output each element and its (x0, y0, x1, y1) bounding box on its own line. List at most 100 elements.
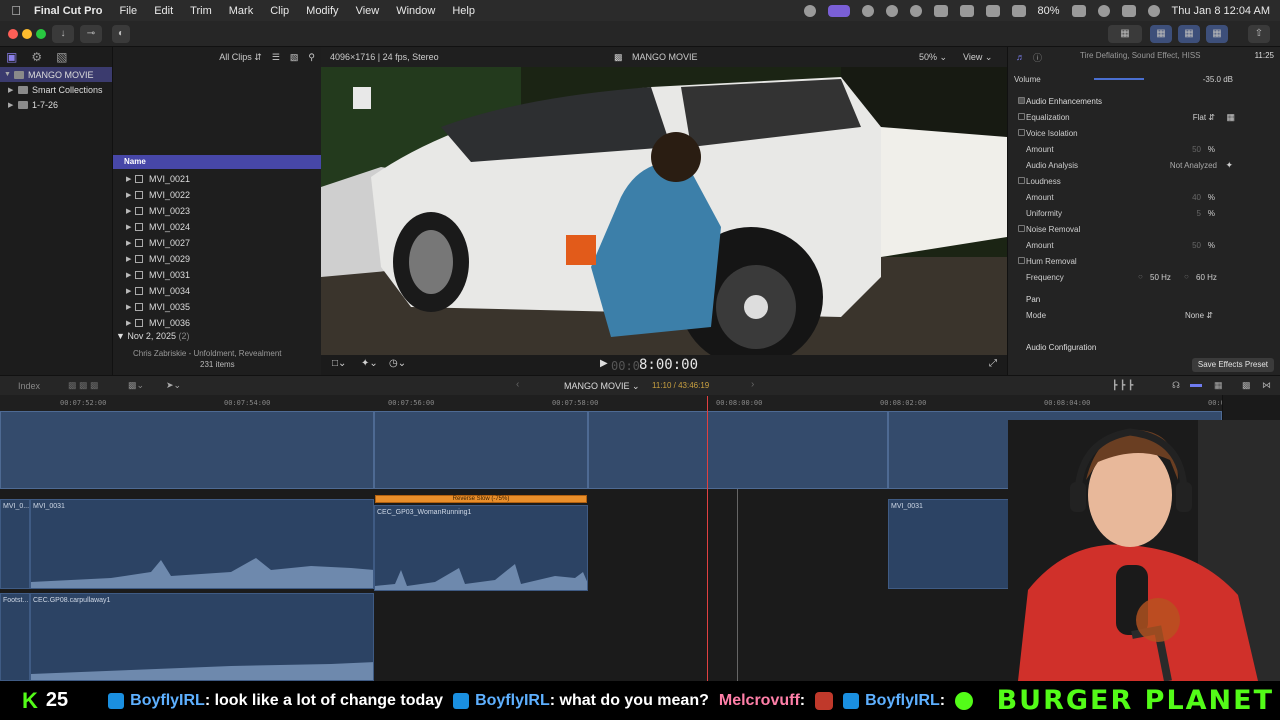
close-window-button[interactable] (8, 29, 18, 39)
timeline-project-dropdown[interactable]: MANGO MOVIE ⌄ (564, 381, 640, 392)
disclosure-triangle-icon[interactable]: ▶ (126, 255, 135, 263)
eq-graph-icon[interactable]: ▦ (1226, 112, 1235, 123)
creative-cloud-icon[interactable] (803, 4, 816, 17)
disclosure-triangle-icon[interactable]: ▶ (8, 86, 16, 94)
timeline-toggle-button[interactable]: ▦ (1178, 25, 1200, 43)
list-view-icon[interactable]: ☰ (272, 52, 280, 63)
view-dropdown[interactable]: View ⌄ (963, 52, 992, 63)
date-group-header[interactable]: ▼ Nov 2, 2025 (2) (116, 331, 189, 341)
disclosure-triangle-icon[interactable]: ▶ (126, 175, 135, 183)
clip-options-icon[interactable]: ▩⌄ (128, 380, 144, 391)
menu-trim[interactable]: Trim (190, 5, 212, 17)
hum-removal-checkbox[interactable] (1018, 257, 1025, 264)
siri-icon[interactable] (1147, 4, 1160, 17)
list-item[interactable]: ▶ MVI_0029 (113, 251, 321, 267)
fullscreen-icon[interactable]: ⤢ (989, 358, 997, 369)
disclosure-triangle-icon[interactable]: ▶ (126, 303, 135, 311)
zoom-dropdown[interactable]: 50% ⌄ (919, 52, 947, 63)
video-clip[interactable] (588, 411, 888, 489)
list-item[interactable]: ▶ MVI_0035 (113, 299, 321, 315)
play-button[interactable]: ▶ (600, 358, 608, 369)
forward-arrow-icon[interactable]: › (751, 379, 754, 390)
edit-mode-icons[interactable]: ▩ ▩ ▩ (68, 380, 99, 391)
menu-edit[interactable]: Edit (154, 5, 173, 17)
keywords-button[interactable]: ⊸ (80, 25, 102, 43)
minimize-window-button[interactable] (22, 29, 32, 39)
partial-list-item[interactable]: Chris Zabriskie - Unfoldment, Revealment (133, 349, 319, 357)
equalization-checkbox[interactable] (1018, 113, 1025, 120)
library-item-event[interactable]: ▶ 1-7-26 (0, 97, 112, 112)
enhance-icon[interactable]: ✦⌄ (361, 358, 378, 369)
disclosure-triangle-icon[interactable]: ▶ (126, 239, 135, 247)
loudness-amount-value[interactable]: 40 (1192, 193, 1201, 202)
timecode-display[interactable]: 8:00:00 (639, 357, 698, 373)
select-tool-icon[interactable]: ➤⌄ (166, 380, 181, 391)
effects-browser-icon[interactable]: ▩ (1242, 380, 1251, 391)
inspector-toggle-button[interactable]: ▦ (1206, 25, 1228, 43)
loudness-checkbox[interactable] (1018, 177, 1025, 184)
photos-tab-icon[interactable]: ⚙ (31, 50, 42, 64)
list-item[interactable]: ▶ MVI_0027 (113, 235, 321, 251)
screen-record-icon[interactable] (885, 4, 898, 17)
menu-window[interactable]: Window (396, 5, 435, 17)
noise-amount-value[interactable]: 50 (1192, 241, 1201, 250)
audio-clip[interactable]: MVI_0... (0, 499, 30, 589)
equalization-dropdown[interactable]: Flat ⇵ (1193, 113, 1215, 122)
speed-icon[interactable]: ◷⌄ (389, 358, 406, 369)
pan-mode-dropdown[interactable]: None ⇵ (1185, 311, 1213, 320)
clip-filter-dropdown[interactable]: All Clips ⇵ (219, 52, 262, 63)
library-item-smart-collections[interactable]: ▶ Smart Collections (0, 82, 112, 97)
audio-enhancements-header[interactable]: Audio Enhancements (1008, 93, 1280, 109)
skimming-icons[interactable]: ┣ ┣ ┣ (1112, 380, 1133, 391)
disclosure-triangle-icon[interactable]: ▶ (126, 287, 135, 295)
video-frame[interactable] (321, 67, 1007, 355)
voice-amount-value[interactable]: 50 (1192, 145, 1201, 154)
clip-appearance-icon[interactable]: ▦ (1214, 380, 1223, 391)
battery-icon[interactable] (1071, 4, 1086, 17)
volume-icon[interactable] (933, 4, 948, 17)
disclosure-triangle-icon[interactable]: ▶ (126, 207, 135, 215)
list-item[interactable]: ▶ MVI_0021 (113, 171, 321, 187)
radio-60hz[interactable]: ○ (1184, 272, 1189, 281)
index-button[interactable]: Index (18, 381, 40, 391)
disclosure-triangle-icon[interactable]: ▶ (8, 101, 16, 109)
name-column-header[interactable]: Name (113, 155, 321, 169)
audio-configuration-header[interactable]: Audio Configuration (1008, 339, 1280, 355)
menu-clip[interactable]: Clip (270, 5, 289, 17)
import-button[interactable]: ↓ (52, 25, 74, 43)
disclosure-triangle-icon[interactable]: ▼ (4, 71, 12, 78)
disclosure-triangle-icon[interactable]: ▶ (126, 191, 135, 199)
menu-view[interactable]: View (356, 5, 380, 17)
wifi-icon[interactable] (1011, 4, 1026, 17)
transform-icon[interactable]: □⌄ (332, 358, 346, 369)
headphones-icon[interactable]: ☊ (1172, 380, 1180, 391)
volume-slider[interactable] (1094, 78, 1144, 80)
recording-icon[interactable] (827, 4, 850, 17)
list-item[interactable]: ▶ MVI_0031 (113, 267, 321, 283)
play-icon[interactable] (909, 4, 922, 17)
titles-tab-icon[interactable]: ▧ (56, 50, 67, 64)
clip-appearance-icon[interactable]: ▧ (290, 52, 299, 63)
playhead[interactable] (707, 396, 708, 681)
menubar-clock[interactable]: Thu Jan 8 12:04 AM (1172, 5, 1270, 17)
pan-section-header[interactable]: Pan (1008, 291, 1280, 307)
audio-clip[interactable]: Footst... (0, 593, 30, 681)
zoom-slider[interactable] (1190, 384, 1202, 387)
menu-file[interactable]: File (119, 5, 137, 17)
voice-isolation-checkbox[interactable] (1018, 129, 1025, 136)
uniformity-value[interactable]: 5 (1197, 209, 1201, 218)
bluetooth-icon[interactable] (985, 4, 1000, 17)
control-center-icon[interactable] (1121, 4, 1136, 17)
radio-50hz[interactable]: ○ (1138, 272, 1143, 281)
enhancements-toggle[interactable] (1018, 97, 1025, 104)
info-icon[interactable]: ⓘ (1033, 51, 1042, 64)
background-tasks-button[interactable]: ◐ (112, 25, 130, 43)
audio-clip[interactable]: CEC_GP03_WomanRunning1 (374, 505, 588, 591)
search-icon[interactable] (1097, 4, 1110, 17)
video-clip[interactable] (374, 411, 588, 489)
browser-toggle-button[interactable]: ▦ (1150, 25, 1172, 43)
list-item[interactable]: ▶ MVI_0034 (113, 283, 321, 299)
video-clip[interactable] (0, 411, 374, 489)
analyze-wand-icon[interactable]: ✦ (1225, 160, 1233, 171)
menu-app-name[interactable]: Final Cut Pro (34, 5, 102, 17)
